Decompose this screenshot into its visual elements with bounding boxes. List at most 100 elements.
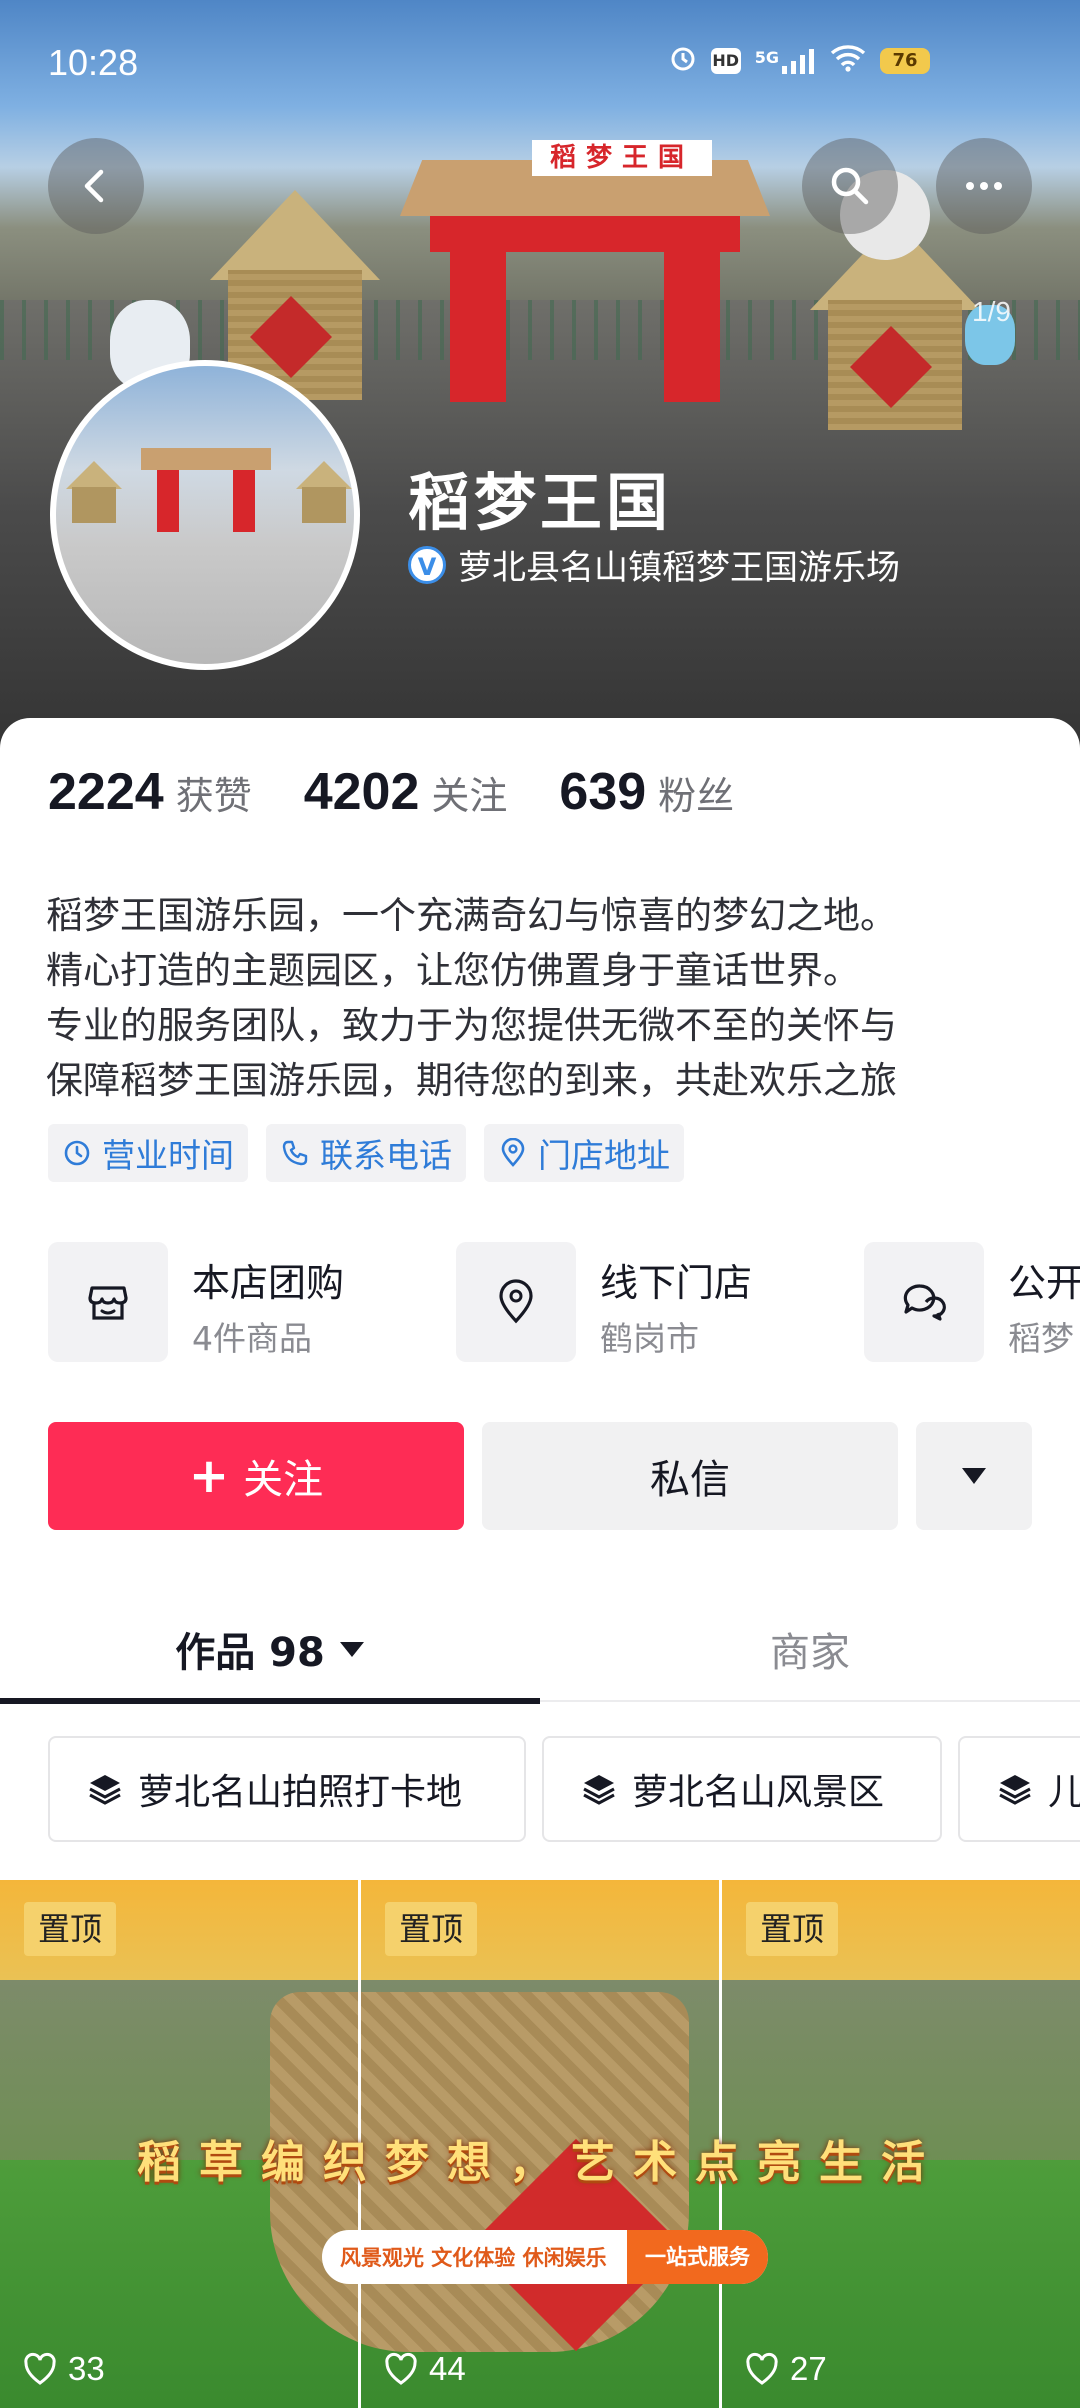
like-count: 27 <box>744 2350 827 2388</box>
like-number: 33 <box>68 2350 105 2387</box>
clock: 10:28 <box>48 42 139 83</box>
message-button[interactable]: 私信 <box>482 1422 898 1530</box>
service-offline-store[interactable]: 线下门店 鹤岗市 <box>456 1242 836 1364</box>
stat-label: 关注 <box>431 774 508 818</box>
tab-label: 商家 <box>770 1630 850 1676</box>
verified-title: V 萝北县名山镇稻梦王国游乐场 <box>408 540 900 589</box>
layers-icon <box>583 1775 615 1805</box>
pinned-badge: 置顶 <box>24 1902 117 1956</box>
chat-bubbles-icon <box>903 1284 946 1321</box>
collection-chip[interactable]: 萝北名山拍照打卡地 <box>48 1736 526 1842</box>
like-count: 33 <box>22 2350 105 2388</box>
wifi-icon <box>830 44 866 78</box>
back-button[interactable] <box>48 138 144 234</box>
heart-icon <box>746 2352 778 2385</box>
service-group-buy[interactable]: 本店团购 4件商品 <box>48 1242 428 1364</box>
hd-icon: HD <box>710 48 741 74</box>
verified-badge-icon: V <box>408 545 446 584</box>
like-count: 44 <box>383 2350 466 2388</box>
stat-number: 2224 <box>48 763 164 821</box>
tag-phone[interactable]: 联系电话 <box>266 1124 466 1182</box>
stat-following[interactable]: 4202 关注 <box>304 762 508 822</box>
stat-label: 粉丝 <box>658 774 735 818</box>
profile-card: 2224 获赞 4202 关注 639 粉丝 稻梦王国游乐园，一个充满奇幻与惊喜… <box>0 718 1080 2408</box>
collection-label: 萝北名山拍照打卡地 <box>138 1772 463 1813</box>
tag-business-hours[interactable]: 营业时间 <box>48 1124 248 1182</box>
gallery-page-indicator: 1/9 <box>972 296 1011 327</box>
signal-icon: 5G <box>755 48 816 74</box>
stat-label: 获赞 <box>175 774 252 818</box>
video-banner-title: 稻草编织梦想，艺术点亮生活 <box>137 2137 943 2188</box>
plus-icon: + <box>188 1448 230 1504</box>
info-tags: 营业时间 联系电话 门店地址 <box>48 1124 684 1182</box>
video-grid: 置顶 33 置顶 44 置顶 27 稻草编织梦想，艺术点亮生活 风景观光 文化体… <box>0 1880 1080 2408</box>
tab-label: 作品 98 <box>175 1630 325 1676</box>
service-subtitle: 4件商品 <box>192 1319 312 1358</box>
service-subtitle: 稻梦 <box>1008 1319 1074 1358</box>
tag-address[interactable]: 门店地址 <box>484 1124 684 1182</box>
collection-label: 萝北名山风景区 <box>632 1772 885 1813</box>
service-group-chat[interactable]: 公开 稻梦 <box>864 1242 1080 1364</box>
layers-icon <box>89 1775 121 1805</box>
store-icon <box>88 1286 128 1320</box>
caret-down-icon <box>339 1642 364 1657</box>
like-number: 27 <box>790 2350 827 2387</box>
service-title: 线下门店 <box>600 1261 753 1305</box>
stat-likes[interactable]: 2224 获赞 <box>48 762 252 822</box>
stat-number: 639 <box>559 763 647 821</box>
location-pin-icon <box>501 1138 525 1167</box>
follow-button[interactable]: + 关注 <box>48 1422 464 1530</box>
subtitle-left: 风景观光 文化体验 休闲娱乐 <box>340 2246 607 2270</box>
search-icon <box>831 167 869 205</box>
stat-followers[interactable]: 639 粉丝 <box>559 762 734 822</box>
gate-sign: 稻梦王国 <box>532 140 712 176</box>
location-pin-icon <box>499 1279 533 1324</box>
heart-icon <box>385 2352 417 2385</box>
tab-works[interactable]: 作品 98 <box>0 1598 540 1704</box>
content-tabs: 作品 98 商家 <box>0 1598 1080 1704</box>
avatar[interactable] <box>50 360 360 670</box>
pinned-badge: 置顶 <box>385 1902 478 1956</box>
chevron-left-icon <box>84 169 104 203</box>
service-title: 本店团购 <box>192 1261 345 1305</box>
bio-line: 稻梦王国游乐园，一个充满奇幻与惊喜的梦幻之地。 <box>46 894 897 937</box>
profile-bio[interactable]: 稻梦王国游乐园，一个充满奇幻与惊喜的梦幻之地。 精心打造的主题园区，让您仿佛置身… <box>46 888 1046 1108</box>
collection-chips: 萝北名山拍照打卡地 萝北名山风景区 儿 <box>48 1736 1080 1846</box>
collection-chip[interactable]: 萝北名山风景区 <box>542 1736 942 1842</box>
search-button[interactable] <box>802 138 898 234</box>
bio-line: 专业的服务团队，致力于为您提供无微不至的关怀与 <box>46 1004 897 1047</box>
stat-number: 4202 <box>303 763 420 821</box>
follow-label: 关注 <box>243 1457 324 1503</box>
verified-title-text: 萝北县名山镇稻梦王国游乐场 <box>458 548 900 588</box>
tag-label: 联系电话 <box>320 1136 452 1175</box>
like-number: 44 <box>429 2350 466 2387</box>
park-gate <box>400 160 770 402</box>
caret-down-icon <box>962 1468 986 1484</box>
heart-icon <box>24 2352 56 2385</box>
alarm-icon <box>669 44 697 78</box>
tag-label: 营业时间 <box>102 1136 234 1175</box>
collection-label: 儿 <box>1048 1772 1080 1813</box>
pinned-badge: 置顶 <box>746 1902 839 1956</box>
phone-icon <box>282 1140 308 1166</box>
profile-actions: + 关注 私信 <box>48 1422 1032 1530</box>
bio-line: 保障稻梦王国游乐园，期待您的到来，共赴欢乐之旅 <box>46 1059 897 1102</box>
more-button[interactable] <box>936 138 1032 234</box>
clock-icon <box>64 1140 90 1166</box>
status-bar: 10:28 HD 5G 76 <box>0 0 1080 120</box>
bio-line: 精心打造的主题园区，让您仿佛置身于童话世界。 <box>46 949 860 992</box>
more-options-button[interactable] <box>916 1422 1032 1530</box>
layers-icon <box>999 1775 1031 1805</box>
subtitle-right: 一站式服务 <box>627 2230 768 2284</box>
battery-icon: 76 <box>880 48 930 74</box>
collection-chip[interactable]: 儿 <box>958 1736 1080 1842</box>
profile-name: 稻梦王国 <box>408 466 673 539</box>
profile-stats: 2224 获赞 4202 关注 639 粉丝 <box>48 762 734 822</box>
service-title: 公开 <box>1008 1261 1080 1305</box>
video-banner-subtitle: 风景观光 文化体验 休闲娱乐 一站式服务 <box>322 2230 768 2284</box>
message-label: 私信 <box>650 1457 730 1503</box>
tab-shop[interactable]: 商家 <box>540 1598 1080 1700</box>
more-dots-icon <box>966 182 1002 190</box>
service-subtitle: 鹤岗市 <box>600 1319 699 1358</box>
tag-label: 门店地址 <box>538 1136 670 1175</box>
